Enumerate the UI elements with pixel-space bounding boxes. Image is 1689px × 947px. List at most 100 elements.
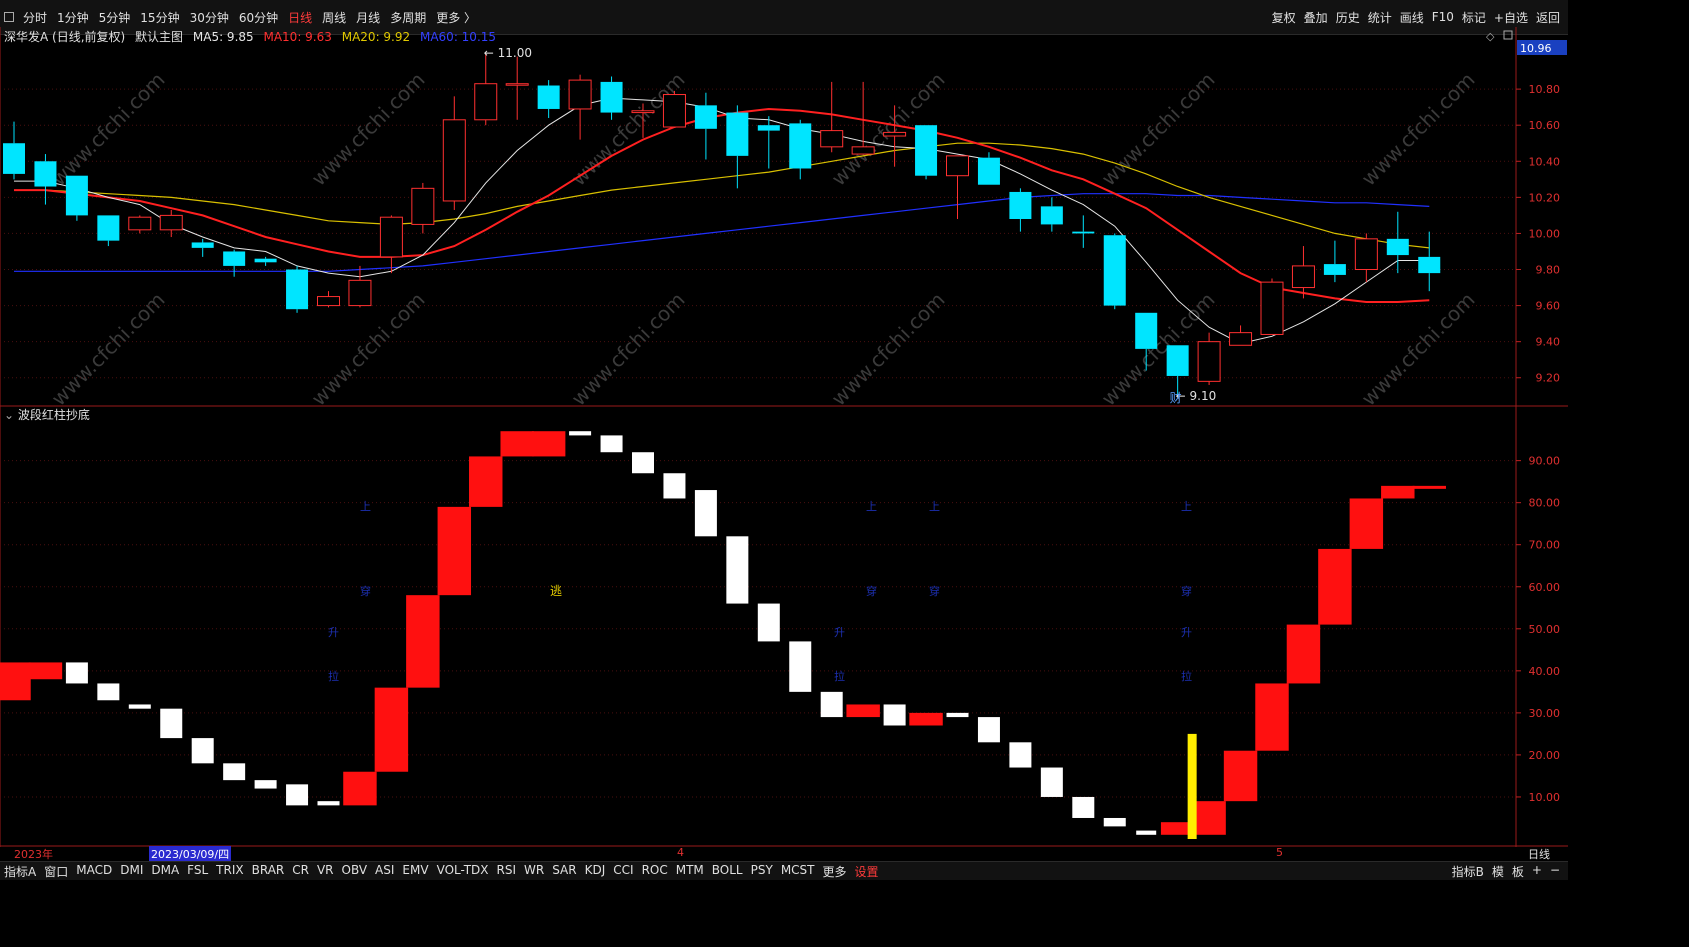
toolbar-button[interactable]: 复权	[1268, 9, 1300, 26]
candle-body-up	[1354, 238, 1378, 271]
collapse-icon[interactable]: ⌄	[4, 408, 14, 422]
period-tab[interactable]: 30分钟	[185, 11, 234, 25]
candle-body-down	[1418, 256, 1441, 274]
bottom-button[interactable]: 模	[1488, 863, 1508, 880]
indicator-chart[interactable]: www.cfchi.comwww.cfchi.comwww.cfchi.comw…	[0, 407, 1568, 847]
candle-body-down	[1166, 345, 1189, 376]
indicator-tab[interactable]: MTM	[672, 863, 708, 880]
bottom-button[interactable]: +	[1528, 863, 1546, 880]
indicator-tab[interactable]: VR	[313, 863, 338, 880]
price-tick-label: 10.60	[1529, 119, 1561, 132]
indicator-tab[interactable]: 指标A	[0, 863, 40, 880]
candle-body-down	[537, 85, 560, 109]
indicator-tab[interactable]: VOL-TDX	[433, 863, 493, 880]
indicator-tab[interactable]: ROC	[638, 863, 672, 880]
indicator-tab[interactable]: BOLL	[708, 863, 747, 880]
toolbar-button[interactable]: 画线	[1396, 9, 1428, 26]
cursor-date: 2023/03/09/四	[149, 846, 232, 862]
red-step-bar	[846, 704, 880, 718]
indicator-name: 波段红柱抄底	[17, 408, 90, 422]
period-tab[interactable]: 5分钟	[94, 11, 136, 25]
indicator-tab[interactable]: BRAR	[248, 863, 289, 880]
toolbar-button[interactable]: 叠加	[1300, 9, 1332, 26]
white-step-bar	[223, 763, 246, 781]
current-price-label: 10.96	[1520, 42, 1552, 55]
indicator-tick-label: 30.00	[1529, 707, 1561, 720]
candle-body-up	[820, 130, 844, 148]
period-tab[interactable]: 更多 〉	[431, 11, 481, 25]
indicator-title[interactable]: ⌄ 波段红柱抄底	[4, 406, 90, 423]
indicator-tab[interactable]: WR	[520, 863, 548, 880]
indicator-tab[interactable]: EMV	[398, 863, 432, 880]
candle-body-down	[1040, 206, 1063, 225]
candle-body-up	[411, 187, 435, 225]
indicator-tab[interactable]: RSI	[493, 863, 521, 880]
red-step-bar	[406, 595, 440, 688]
candle-body-down	[254, 258, 277, 263]
indicator-tab[interactable]: PSY	[747, 863, 777, 880]
period-tab[interactable]: 分时	[18, 11, 52, 25]
price-tick-label: 10.80	[1529, 83, 1561, 96]
candle-body-down	[915, 125, 938, 176]
period-tab[interactable]: 15分钟	[135, 11, 184, 25]
price-tick-label: 10.40	[1529, 155, 1561, 168]
indicator-tab[interactable]: TRIX	[212, 863, 247, 880]
high-price-label: ← 11.00	[484, 46, 532, 60]
indicator-tick-label: 50.00	[1529, 623, 1561, 636]
indicator-tick-label: 20.00	[1529, 749, 1561, 762]
period-tab[interactable]: 60分钟	[234, 11, 283, 25]
period-tab[interactable]: 多周期	[385, 11, 431, 25]
toolbar-button[interactable]: +自选	[1490, 9, 1532, 26]
bottom-button[interactable]: 指标B	[1448, 863, 1488, 880]
indicator-tab[interactable]: DMI	[116, 863, 147, 880]
candle-body-up	[851, 146, 875, 155]
indicator-tab[interactable]: OBV	[338, 863, 372, 880]
red-step-bar	[531, 431, 566, 457]
indicator-tab[interactable]: MCST	[777, 863, 819, 880]
period-tab[interactable]: 周线	[317, 11, 351, 25]
red-step-bar	[343, 771, 377, 806]
candle-body-up	[442, 119, 466, 202]
white-step-bar	[883, 704, 906, 726]
toolbar-button[interactable]: 返回	[1532, 9, 1564, 26]
indicator-tab[interactable]: SAR	[548, 863, 580, 880]
menu-square-icon[interactable]	[4, 12, 14, 22]
indicator-tab[interactable]: FSL	[183, 863, 212, 880]
price-chart[interactable]: www.cfchi.com www.cfchi.com www.cfchi.com w…	[0, 27, 1568, 407]
diamond-icon: ◇	[1486, 30, 1495, 43]
price-tick-label: 9.40	[1536, 336, 1561, 349]
toolbar-button[interactable]: F10	[1428, 10, 1458, 24]
indicator-tab[interactable]: CR	[288, 863, 313, 880]
period-tab[interactable]: 月线	[351, 11, 385, 25]
indicator-tab[interactable]: 窗口	[40, 863, 72, 880]
period-tab[interactable]: 日线	[283, 11, 317, 25]
white-step-bar	[1136, 830, 1157, 835]
red-step-bar	[1223, 750, 1258, 802]
red-step-bar	[1286, 624, 1321, 684]
indicator-tab[interactable]: 更多	[819, 863, 851, 880]
indicator-tab[interactable]: 设置	[851, 863, 883, 880]
watermark-text: www.cfchi.com	[1357, 68, 1480, 191]
main-chart-label[interactable]: 默认主图	[135, 30, 183, 44]
indicator-tab[interactable]: DMA	[147, 863, 183, 880]
candle-body-down	[3, 143, 25, 174]
red-step-bar	[374, 687, 409, 772]
white-step-bar	[726, 536, 749, 604]
red-step-bar	[0, 662, 31, 701]
indicator-tab[interactable]: KDJ	[581, 863, 610, 880]
indicator-tab[interactable]: CCI	[609, 863, 637, 880]
candle-body-down	[1103, 235, 1126, 306]
bottom-button[interactable]: 板	[1508, 863, 1528, 880]
candle-body-up	[883, 131, 907, 137]
toolbar-button[interactable]: 统计	[1364, 9, 1396, 26]
signal-char: 上	[360, 500, 371, 513]
indicator-tab[interactable]: ASI	[371, 863, 398, 880]
signal-char: 上	[866, 500, 877, 513]
candle-body-up	[379, 216, 403, 258]
indicator-tab[interactable]: MACD	[72, 863, 116, 880]
period-tab[interactable]: 1分钟	[52, 11, 94, 25]
finance-mark: 财	[1170, 391, 1182, 405]
toolbar-button[interactable]: 历史	[1332, 9, 1364, 26]
bottom-button[interactable]: −	[1546, 863, 1564, 880]
toolbar-button[interactable]: 标记	[1458, 9, 1490, 26]
